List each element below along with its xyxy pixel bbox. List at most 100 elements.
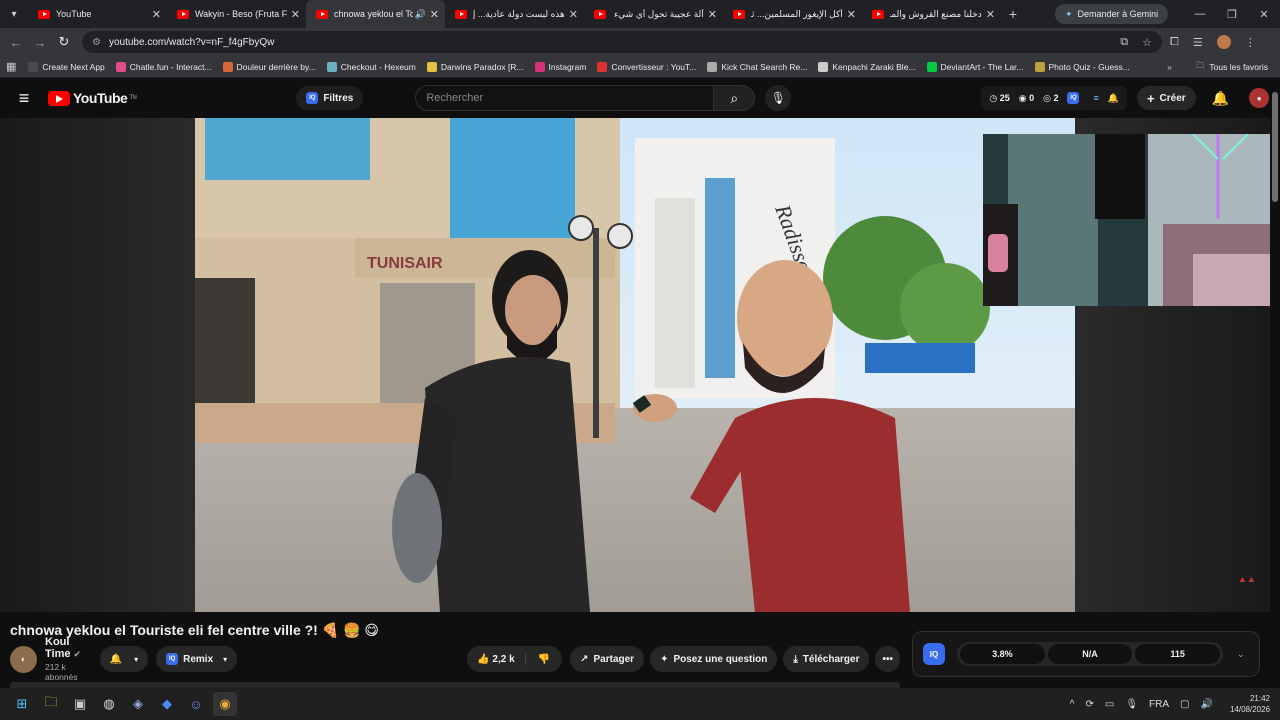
iq-icon: IQ	[306, 92, 319, 104]
cast-icon[interactable]: ⧉	[1120, 36, 1128, 49]
remix-button[interactable]: IQ Remix ▾	[156, 646, 238, 672]
tab-youtube-6[interactable]: أكل الإيغور المسلمين... ثقافة✕	[723, 0, 862, 28]
tray-overflow-icon[interactable]: ^	[1070, 699, 1075, 710]
tab-search-icon[interactable]: ▾	[0, 0, 28, 28]
tab-youtube-7[interactable]: دخلنا مصنع القروش والمخا ✕	[862, 0, 1001, 28]
bookmark-item[interactable]: Kick Chat Search Re...	[707, 61, 807, 72]
create-button[interactable]: + Créer	[1136, 86, 1196, 110]
reading-list-icon[interactable]: ☰	[1193, 36, 1203, 49]
forward-icon[interactable]: →	[28, 35, 52, 50]
bookmark-item[interactable]: Instagram	[534, 61, 586, 72]
bookmark-item[interactable]: Douleur derrière by...	[222, 61, 316, 72]
extension-stats[interactable]: ◷ 25 ◉ 0 ◎ 2 IQ ≡ 🔔	[981, 86, 1127, 110]
new-tab-button[interactable]: +	[1001, 6, 1025, 22]
like-button[interactable]: 👍 2,2 k	[477, 653, 526, 665]
plus-icon: +	[1146, 90, 1155, 106]
video-player[interactable]: TUNISAIR Radisson	[195, 118, 1075, 612]
share-button[interactable]: ↗ Partager	[570, 646, 645, 672]
close-tab-icon[interactable]: ✕	[986, 8, 995, 21]
file-explorer-icon[interactable]: 🗀	[39, 692, 63, 716]
close-tab-icon[interactable]: ✕	[569, 8, 578, 21]
dislike-button[interactable]: 👎	[526, 654, 562, 665]
ask-question-button[interactable]: ✦ Posez une question	[650, 646, 778, 672]
eye-stat: ◎ 2	[1043, 92, 1059, 103]
tab-youtube-1[interactable]: YouTube ✕	[28, 0, 167, 28]
filter-icon[interactable]: ≡	[1093, 93, 1098, 103]
share-icon: ↗	[580, 653, 589, 665]
youtube-logo[interactable]: YouTube TN	[48, 90, 137, 106]
discord-icon[interactable]: ☺	[184, 692, 208, 716]
profile-avatar[interactable]	[1216, 35, 1231, 49]
back-icon[interactable]: ←	[4, 35, 28, 50]
close-tab-icon[interactable]: ✕	[847, 8, 856, 21]
language-indicator[interactable]: FRA	[1149, 699, 1169, 710]
bookmark-item[interactable]: DeviantArt - The Lar...	[926, 61, 1024, 72]
notifications-bell-icon[interactable]: 🔔	[1212, 90, 1229, 107]
search-input[interactable]: Rechercher	[415, 85, 714, 111]
download-button[interactable]: ⤓ Télécharger	[783, 646, 870, 672]
tray-app-icon[interactable]: ⟳	[1086, 699, 1094, 710]
apps-grid-icon[interactable]: ▦	[6, 60, 16, 73]
windows-start-icon[interactable]: ⊞	[10, 692, 34, 716]
tab-strip: ▾ YouTube✕ Wakyin - Beso (Fruta Fres✕ ch…	[0, 0, 1280, 28]
app-icon[interactable]: ◍	[97, 692, 121, 716]
filters-button[interactable]: IQ Filtres	[296, 86, 364, 110]
restore-icon[interactable]: ❐	[1216, 8, 1248, 21]
like-dislike-group: 👍 2,2 k 👎	[467, 646, 563, 672]
gemini-button[interactable]: ✦ Demander à Gemini	[1055, 4, 1169, 24]
close-tab-icon[interactable]: ✕	[708, 8, 717, 21]
bookmark-item[interactable]: Kenpachi Zaraki Ble...	[818, 61, 916, 72]
page-scrollbar[interactable]	[1270, 78, 1280, 700]
voice-search-button[interactable]: 🎙	[765, 85, 792, 111]
chevron-down-icon[interactable]: ⌄	[1237, 649, 1245, 660]
chrome-icon[interactable]: ◉	[213, 692, 237, 716]
close-tab-icon[interactable]: ✕	[152, 8, 161, 21]
close-tab-icon[interactable]: ✕	[430, 8, 439, 21]
tab-youtube-4[interactable]: هذه ليست دولة عادية... إنها ✕	[445, 0, 584, 28]
tray-mic-icon[interactable]: 🎙	[1125, 699, 1138, 710]
close-window-icon[interactable]: ✕	[1248, 8, 1280, 21]
bookmark-item[interactable]: Photo Quiz - Guess...	[1034, 61, 1130, 72]
bookmark-item[interactable]: Checkout - Hexeum	[326, 61, 416, 72]
scrollbar-thumb[interactable]	[1272, 92, 1278, 202]
more-bookmarks-icon[interactable]: »	[1167, 62, 1172, 72]
subscribe-notifications-button[interactable]: 🔔 ▾	[99, 646, 149, 672]
system-tray: ^ ⟳ ▭ 🎙 FRA ▢ 🔊 21:42 14/08/2026	[1070, 693, 1280, 715]
speaker-icon[interactable]: 🔊	[415, 9, 426, 20]
url-omnibox[interactable]: ⚙ youtube.com/watch?v=nF_f4gFbyQw ⧉ ☆	[82, 31, 1162, 53]
network-icon[interactable]: ▢	[1180, 699, 1189, 710]
tab-youtube-2[interactable]: Wakyin - Beso (Fruta Fres✕	[167, 0, 306, 28]
channel-avatar[interactable]: ◐	[10, 645, 37, 673]
vscode-icon[interactable]: ◆	[155, 692, 179, 716]
site-info-icon[interactable]: ⚙	[92, 37, 101, 48]
search-button[interactable]: ⌕	[713, 85, 756, 111]
guide-menu-icon[interactable]: ≡	[0, 88, 48, 109]
tab-youtube-5[interactable]: آلة عجيبة تحول أي شيء إلى✕	[584, 0, 723, 28]
chevron-down-icon: ▾	[134, 654, 139, 664]
minimize-icon[interactable]: —	[1184, 8, 1216, 21]
iq-icon[interactable]: IQ	[923, 643, 945, 665]
channel-name[interactable]: Koul Time ✔	[45, 636, 92, 660]
iq-icon[interactable]: IQ	[1067, 92, 1080, 104]
tray-monitor-icon[interactable]: ▭	[1105, 699, 1114, 710]
bookmark-item[interactable]: Create Next App	[28, 61, 105, 72]
alert-icon[interactable]: 🔔	[1108, 93, 1119, 104]
extensions-icon[interactable]: ⧠	[1170, 36, 1179, 49]
volume-icon[interactable]: 🔊	[1201, 699, 1213, 710]
more-actions-button[interactable]: •••	[875, 646, 900, 672]
browser-menu-icon[interactable]: ⋮	[1245, 36, 1256, 49]
close-tab-icon[interactable]: ✕	[291, 8, 300, 21]
channel-row: ◐ Koul Time ✔ 212 k abonnés 🔔 ▾ IQ Remix ▾ …	[10, 636, 900, 682]
all-bookmarks-link[interactable]: Tous les favoris	[1209, 62, 1268, 72]
user-avatar[interactable]: ●	[1249, 88, 1270, 108]
clock[interactable]: 21:42 14/08/2026	[1230, 693, 1270, 715]
reload-icon[interactable]: ↻	[52, 34, 76, 50]
steam-icon[interactable]: ◈	[126, 692, 150, 716]
bookmark-item[interactable]: Convertisseur : YouT...	[597, 61, 696, 72]
bookmark-item[interactable]: Darwins Paradox [R...	[426, 61, 524, 72]
bookmark-item[interactable]: Chatle.fun - Interact...	[115, 61, 212, 72]
tab-youtube-active[interactable]: chnowa yeklou el Touriste🔊✕	[306, 0, 445, 28]
window-controls: — ❐ ✕	[1184, 8, 1280, 21]
store-icon[interactable]: ▣	[68, 692, 92, 716]
bookmark-star-icon[interactable]: ☆	[1142, 36, 1152, 49]
